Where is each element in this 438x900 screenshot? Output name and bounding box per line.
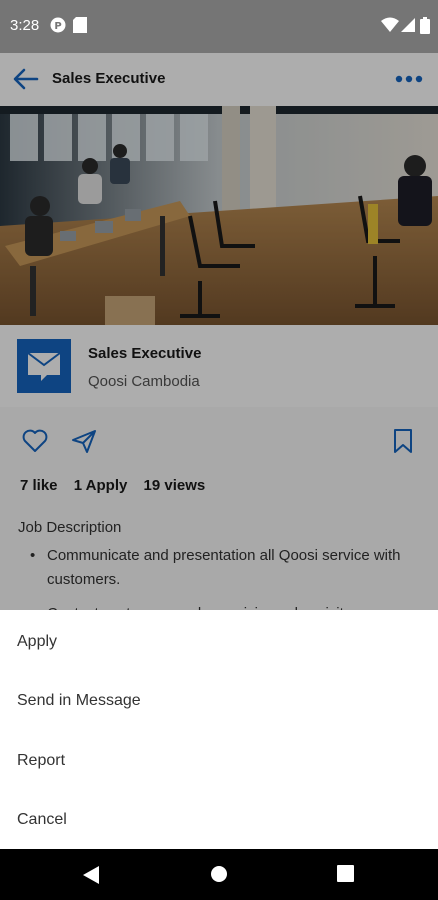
send-in-message-option[interactable]: Send in Message	[0, 671, 438, 730]
notification-app-icon: P	[50, 17, 66, 33]
cancel-option[interactable]: Cancel	[0, 790, 438, 849]
report-option[interactable]: Report	[0, 731, 438, 790]
nav-recents-icon[interactable]	[337, 865, 354, 882]
status-bar: 3:28 P	[0, 0, 438, 53]
bottom-sheet: Apply Send in Message Report Cancel	[0, 610, 438, 849]
signal-icon	[401, 18, 415, 32]
nav-home-icon[interactable]	[210, 865, 228, 883]
status-time: 3:28	[10, 17, 40, 34]
wifi-icon	[381, 17, 399, 32]
sd-card-icon	[73, 17, 87, 33]
system-nav-bar	[0, 849, 438, 900]
apply-option[interactable]: Apply	[0, 612, 438, 671]
svg-text:P: P	[54, 21, 61, 32]
nav-back-icon[interactable]	[82, 865, 100, 885]
modal-scrim[interactable]	[0, 53, 438, 610]
battery-icon	[420, 17, 430, 34]
